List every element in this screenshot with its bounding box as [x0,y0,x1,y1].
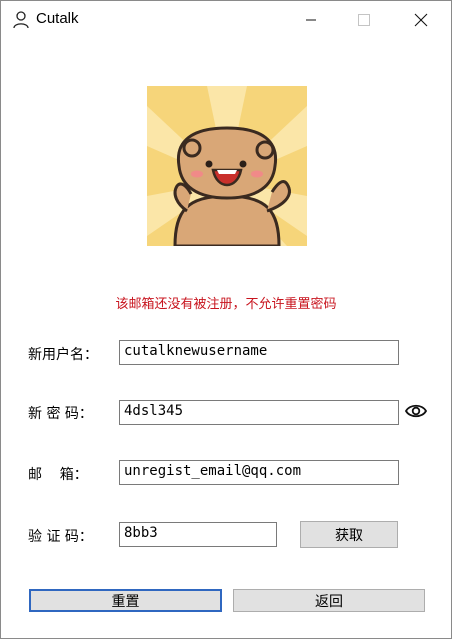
password-label: 新 密 码： [28,406,93,422]
email-input[interactable]: unregist_email@qq.com [119,460,399,485]
user-icon [13,11,29,29]
title-bar: Cutalk [1,1,451,38]
maximize-icon [358,13,370,26]
minimize-icon [306,19,316,20]
maximize-button[interactable] [341,1,387,38]
close-icon [414,13,428,26]
code-input[interactable]: 8bb3 [119,522,277,547]
window-title: Cutalk [36,10,79,27]
reset-password-window: Cutalk 该邮箱还没有被注册，不允许重置密码 新用户名： cutalknew… [0,0,452,639]
close-button[interactable] [398,1,444,38]
eye-icon[interactable] [405,403,427,419]
email-label: 邮 箱： [28,467,88,483]
back-button[interactable]: 返回 [233,589,425,612]
get-code-button[interactable]: 获取 [300,521,398,548]
username-input[interactable]: cutalknewusername [119,340,399,365]
password-input[interactable]: 4dsl345 [119,400,399,425]
avatar [147,86,307,246]
minimize-button[interactable] [288,1,334,38]
error-message: 该邮箱还没有被注册，不允许重置密码 [115,297,337,312]
reset-button[interactable]: 重置 [29,589,222,612]
code-label: 验 证 码： [28,529,93,545]
username-label: 新用户名： [28,347,98,363]
